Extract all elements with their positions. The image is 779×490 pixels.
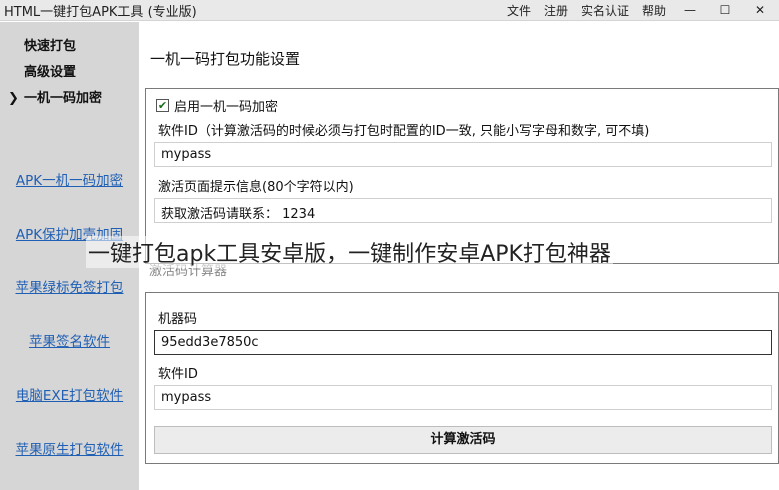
overlay-caption: 一键打包apk工具安卓版，一键制作安卓APK打包神器 bbox=[86, 236, 613, 268]
nav-label: 一机一码加密 bbox=[24, 91, 103, 106]
nav-one-machine-encrypt[interactable]: ❯ 一机一码加密 bbox=[8, 87, 102, 106]
minimize-button[interactable]: — bbox=[679, 3, 701, 17]
menu-register[interactable]: 注册 bbox=[544, 2, 568, 19]
menu-bar: 文件 注册 实名认证 帮助 — ☐ ✕ bbox=[507, 2, 779, 19]
calc-software-id-input[interactable]: mypass bbox=[154, 385, 772, 410]
nav-advanced-settings[interactable]: 高级设置 bbox=[24, 61, 76, 80]
section-title: 一机一码打包功能设置 bbox=[150, 50, 301, 68]
link-apple-sign[interactable]: 苹果签名软件 bbox=[0, 330, 139, 350]
window-title: HTML一键打包APK工具 (专业版) bbox=[4, 4, 197, 20]
machine-code-input[interactable]: 95edd3e7850c bbox=[154, 330, 772, 355]
link-apple-greenmark[interactable]: 苹果绿标免签打包 bbox=[0, 276, 139, 296]
menu-verify[interactable]: 实名认证 bbox=[581, 2, 629, 19]
link-apple-native[interactable]: 苹果原生打包软件 bbox=[0, 438, 139, 458]
enable-encrypt-checkbox[interactable]: ✔ bbox=[156, 99, 169, 112]
nav-quick-pack[interactable]: 快速打包 bbox=[24, 35, 76, 54]
tip-label: 激活页面提示信息(80个字符以内) bbox=[158, 180, 354, 195]
software-id-input[interactable]: mypass bbox=[154, 142, 772, 167]
calculate-activation-button[interactable]: 计算激活码 bbox=[154, 426, 772, 454]
chevron-right-icon: ❯ bbox=[8, 91, 19, 106]
title-bar: HTML一键打包APK工具 (专业版) 文件 注册 实名认证 帮助 — ☐ ✕ bbox=[0, 0, 779, 21]
calculator-panel: 机器码 95edd3e7850c 软件ID mypass 计算激活码 bbox=[145, 292, 779, 464]
enable-encrypt-label: 启用一机一码加密 bbox=[174, 100, 279, 115]
calc-software-id-label: 软件ID bbox=[158, 367, 198, 382]
link-exe-pack[interactable]: 电脑EXE打包软件 bbox=[0, 384, 139, 404]
software-id-label: 软件ID（计算激活码的时候必须与打包时配置的ID一致, 只能小写字母和数字, 可… bbox=[158, 124, 650, 139]
link-apk-encrypt[interactable]: APK一机一码加密 bbox=[0, 169, 139, 189]
enable-encrypt-row[interactable]: ✔ 启用一机一码加密 bbox=[156, 96, 278, 115]
close-button[interactable]: ✕ bbox=[749, 3, 771, 17]
menu-file[interactable]: 文件 bbox=[507, 2, 531, 19]
machine-code-label: 机器码 bbox=[158, 312, 198, 327]
maximize-button[interactable]: ☐ bbox=[714, 3, 736, 17]
menu-help[interactable]: 帮助 bbox=[642, 2, 666, 19]
tip-input[interactable]: 获取激活码请联系： 1234 bbox=[154, 198, 772, 223]
